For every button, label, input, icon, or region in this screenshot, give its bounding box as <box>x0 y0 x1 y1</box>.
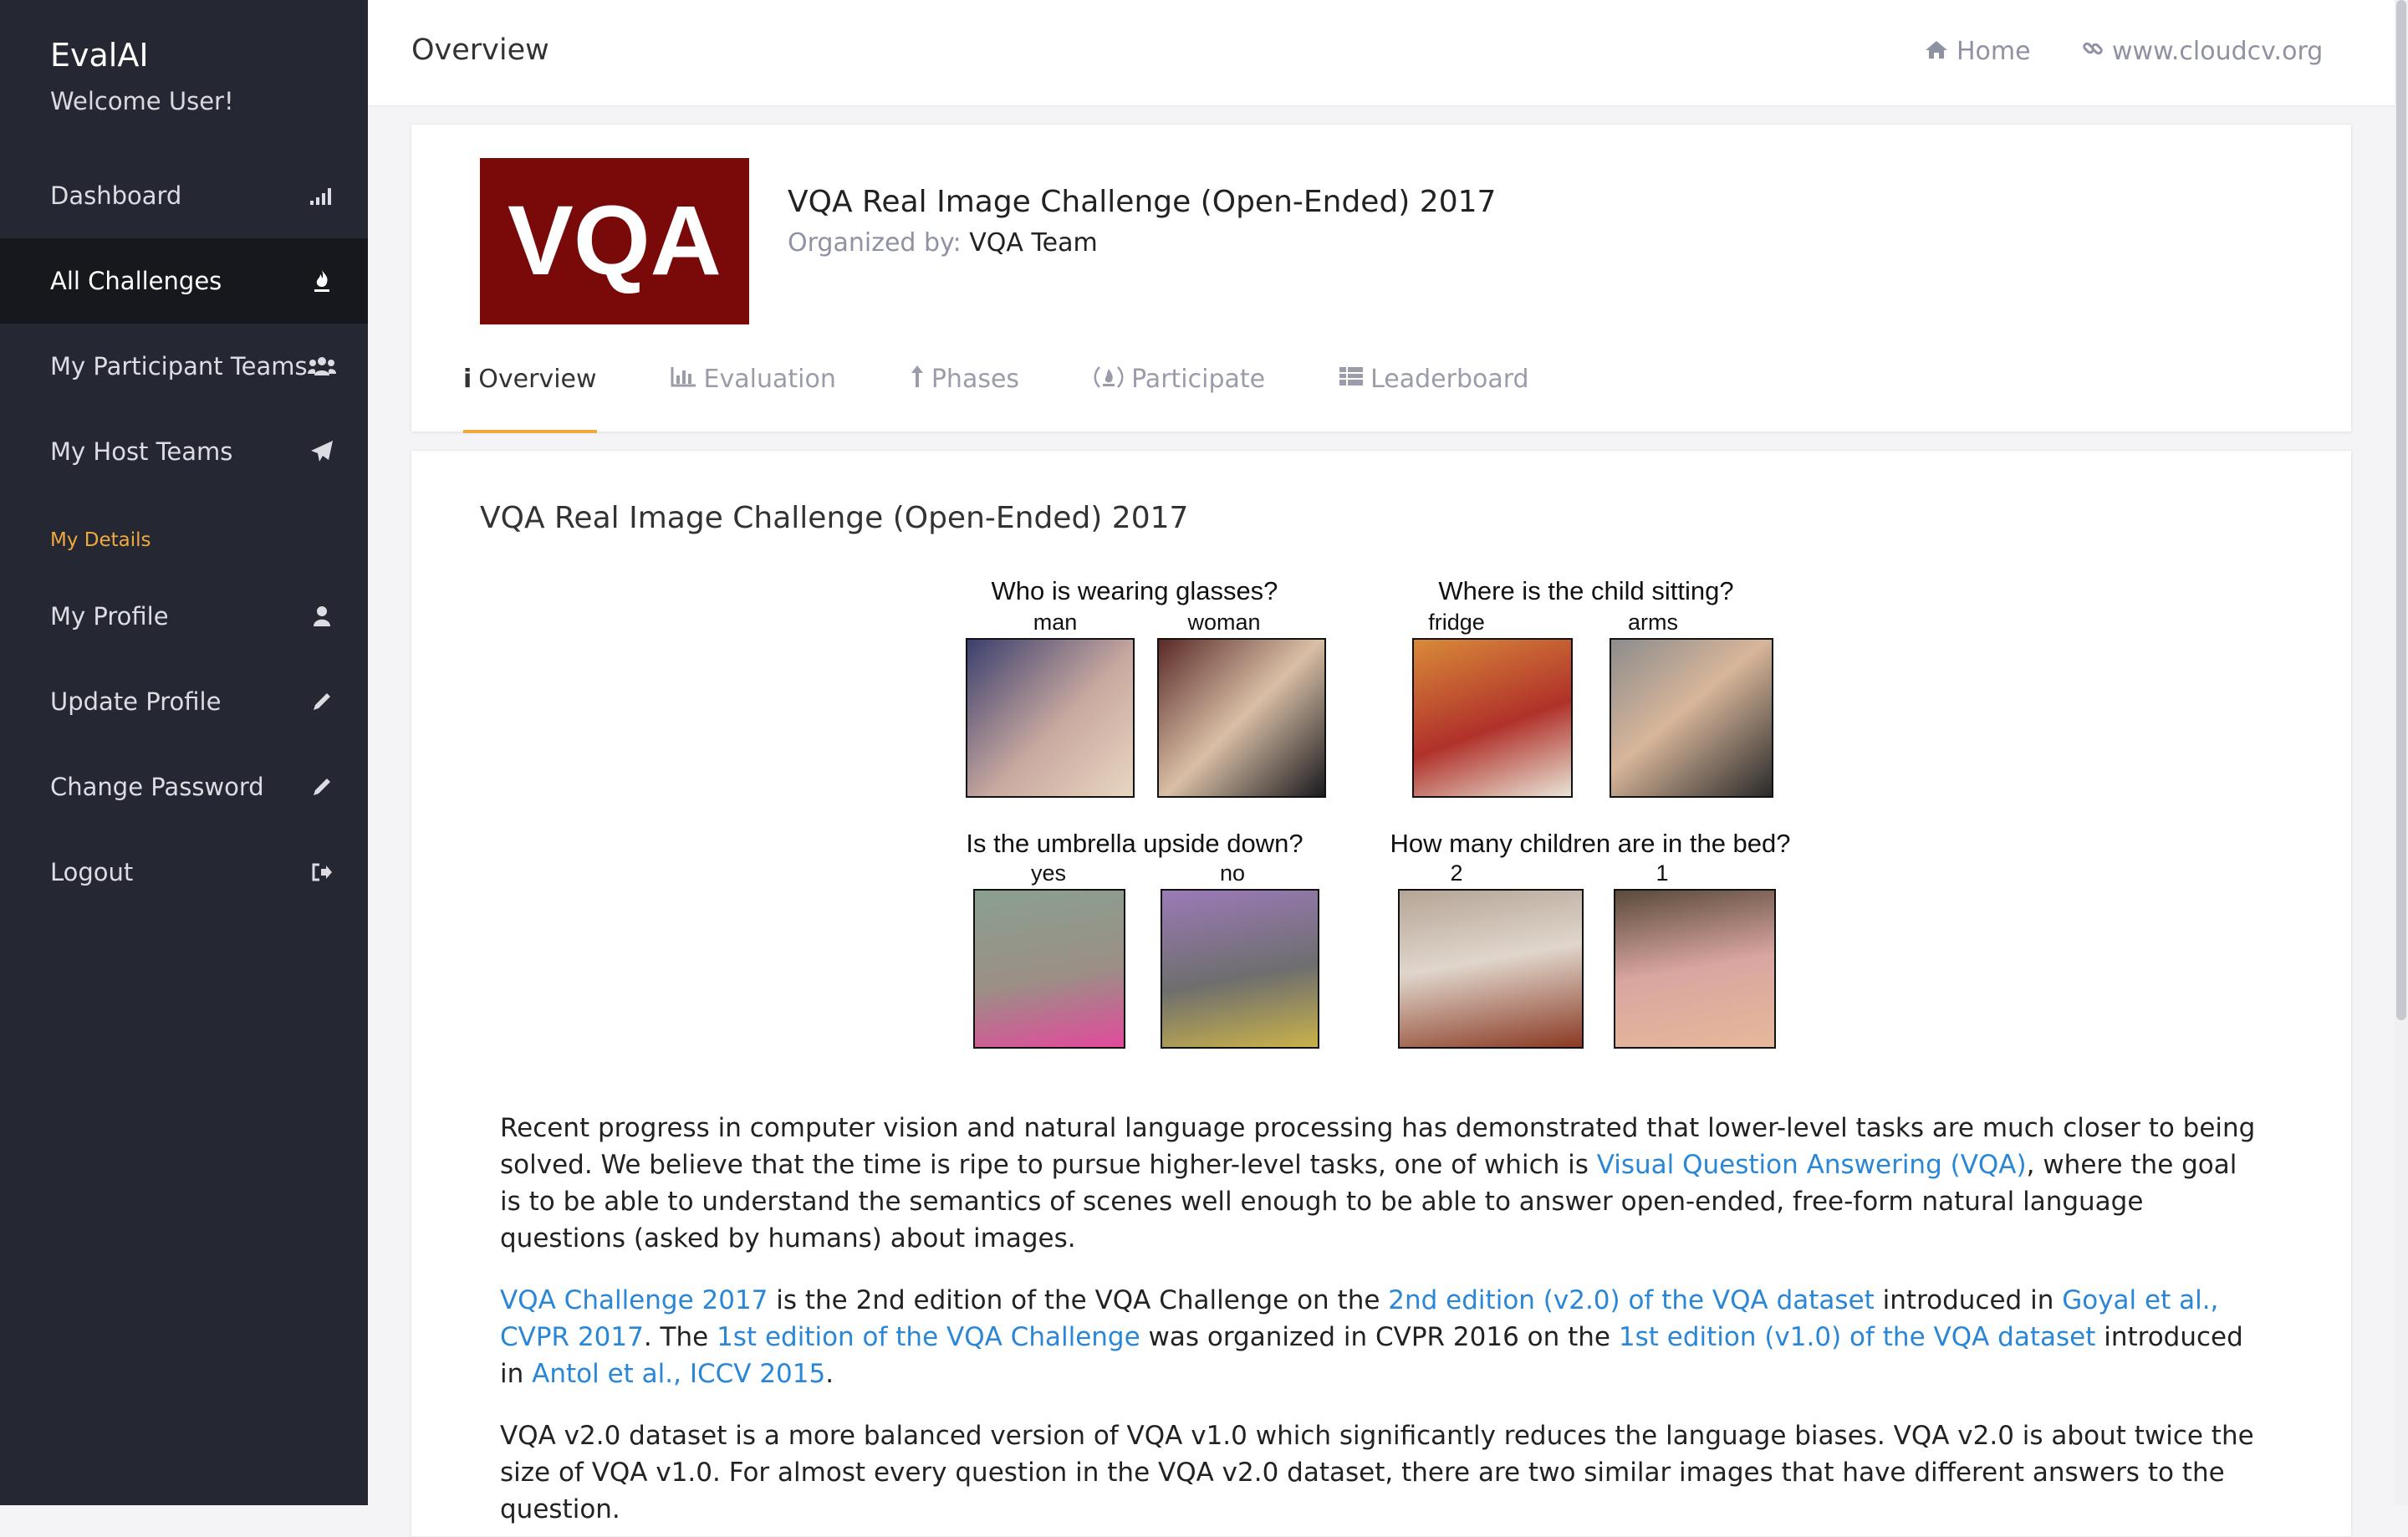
link-icon <box>2082 37 2104 66</box>
figure-answer: woman <box>1187 610 1261 635</box>
photo-umbrella-yes <box>973 889 1125 1049</box>
sidebar-item-host-teams[interactable]: My Host Teams <box>0 409 368 494</box>
tab-phases[interactable]: Phases <box>910 365 1019 433</box>
overview-title: VQA Real Image Challenge (Open-Ended) 20… <box>480 501 1189 535</box>
fire-circle-icon <box>1093 365 1125 396</box>
vqa-link[interactable]: Visual Question Answering (VQA) <box>1597 1150 2027 1180</box>
tab-label: Overview <box>478 365 597 394</box>
organizer-name: VQA Team <box>969 228 1098 258</box>
paper-plane-icon <box>308 437 336 466</box>
figure-answer: arms <box>1628 610 1678 635</box>
tab-leaderboard[interactable]: Leaderboard <box>1339 365 1529 433</box>
vqa-challenge-2017-link[interactable]: VQA Challenge 2017 <box>500 1285 768 1315</box>
paragraph-text: introduced in <box>1874 1285 2063 1315</box>
sidebar-item-label: My Host Teams <box>50 437 233 466</box>
figure-answer: no <box>1219 860 1246 886</box>
photo-glasses-woman <box>1157 638 1326 798</box>
table-icon <box>1339 365 1364 394</box>
sidebar-item-label: Change Password <box>50 773 264 801</box>
sidebar-item-participant-teams[interactable]: My Participant Teams <box>0 324 368 409</box>
bar-signal-icon <box>308 181 336 210</box>
photo-bed-one-child <box>1614 889 1776 1049</box>
info-icon: i <box>463 365 472 394</box>
figure-question: Is the umbrella upside down? <box>966 829 1303 858</box>
sidebar-item-my-profile[interactable]: My Profile <box>0 574 368 659</box>
challenge-paragraph: VQA Challenge 2017 is the 2nd edition of… <box>500 1282 2264 1392</box>
users-icon <box>308 352 336 380</box>
challenge-organizer: Organized by: VQA Team <box>788 228 1098 258</box>
challenge-logo: VQA <box>480 158 749 324</box>
vqa-v2-dataset-link[interactable]: 2nd edition (v2.0) of the VQA dataset <box>1388 1285 1875 1315</box>
photo-bed-two-children <box>1398 889 1584 1049</box>
welcome-text: Welcome User! <box>50 87 234 115</box>
sidebar-item-change-password[interactable]: Change Password <box>0 744 368 830</box>
pencil-icon <box>308 773 336 801</box>
bar-chart-icon <box>671 365 697 394</box>
brand-name[interactable]: EvalAI <box>50 37 149 74</box>
challenge-header-card: VQA VQA Real Image Challenge (Open-Ended… <box>411 124 2352 433</box>
antol-iccv-link[interactable]: Antol et al., ICCV 2015 <box>532 1359 825 1389</box>
challenge-title: VQA Real Image Challenge (Open-Ended) 20… <box>788 185 1497 219</box>
sidebar-item-all-challenges[interactable]: All Challenges <box>0 238 368 324</box>
figure-question: Who is wearing glasses? <box>991 576 1278 605</box>
paragraph-text: is the 2nd edition of the VQA Challenge … <box>768 1285 1389 1315</box>
tab-overview[interactable]: i Overview <box>463 365 597 433</box>
vqa-examples-figure: Who is wearing glasses? man woman Where … <box>963 576 1824 1070</box>
sidebar-item-dashboard[interactable]: Dashboard <box>0 153 368 238</box>
section-label-my-details: My Details <box>50 529 151 551</box>
figure-answer: man <box>1033 610 1078 635</box>
page-title: Overview <box>411 33 549 67</box>
figure-question: Where is the child sitting? <box>1438 576 1734 605</box>
sign-out-icon <box>308 858 336 886</box>
vqa-v1-dataset-link[interactable]: 1st edition (v1.0) of the VQA dataset <box>1619 1322 2096 1352</box>
photo-glasses-man <box>966 638 1135 798</box>
sidebar-item-label: All Challenges <box>50 267 222 295</box>
level-up-icon <box>910 365 925 395</box>
sidebar-item-label: Logout <box>50 858 134 886</box>
sidebar-item-label: My Profile <box>50 602 169 631</box>
intro-paragraph: Recent progress in computer vision and n… <box>500 1110 2264 1257</box>
figure-answer: 2 <box>1450 860 1463 886</box>
sidebar-item-label: My Participant Teams <box>50 352 308 380</box>
paragraph-text: was organized in CVPR 2016 on the <box>1140 1322 1619 1352</box>
tab-label: Evaluation <box>703 365 836 394</box>
logo-text: VQA <box>508 187 722 296</box>
fire-icon <box>308 267 336 295</box>
cloudcv-link-label: www.cloudcv.org <box>2112 37 2324 66</box>
tab-label: Leaderboard <box>1370 365 1529 394</box>
photo-child-arms <box>1610 638 1773 798</box>
pencil-icon <box>308 687 336 716</box>
home-icon <box>1925 37 1948 66</box>
organized-by-label: Organized by: <box>788 228 962 258</box>
paragraph-text: . The <box>643 1322 717 1352</box>
tab-label: Phases <box>931 365 1020 394</box>
tab-evaluation[interactable]: Evaluation <box>671 365 836 433</box>
sidebar-item-label: Dashboard <box>50 181 182 210</box>
figure-question: How many children are in the bed? <box>1390 829 1791 858</box>
user-icon <box>308 602 336 631</box>
paragraph-text: . <box>825 1359 834 1389</box>
sidebar-item-label: Update Profile <box>50 687 222 716</box>
home-link-label: Home <box>1956 37 2031 66</box>
overview-content-card: VQA Real Image Challenge (Open-Ended) 20… <box>411 450 2352 1537</box>
sidebar-item-logout[interactable]: Logout <box>0 830 368 915</box>
challenge-tabs: i Overview Evaluation Phases Participate <box>463 365 1603 433</box>
home-link[interactable]: Home <box>1925 37 2031 66</box>
tab-participate[interactable]: Participate <box>1093 365 1265 433</box>
dataset-paragraph: VQA v2.0 dataset is a more balanced vers… <box>500 1421 2254 1524</box>
tab-label: Participate <box>1131 365 1266 394</box>
figure-answer: fridge <box>1428 610 1485 635</box>
scrollbar-thumb[interactable] <box>2396 0 2406 1020</box>
cloudcv-link[interactable]: www.cloudcv.org <box>2082 37 2323 66</box>
sidebar: EvalAI Welcome User! Dashboard All Chall… <box>0 0 368 1505</box>
figure-answer: yes <box>1030 860 1067 886</box>
first-challenge-link[interactable]: 1st edition of the VQA Challenge <box>717 1322 1140 1352</box>
photo-child-fridge <box>1412 638 1573 798</box>
top-bar: Overview Home www.cloudcv.org <box>368 0 2408 106</box>
figure-answer: 1 <box>1656 860 1669 886</box>
photo-umbrella-no <box>1161 889 1319 1049</box>
sidebar-item-update-profile[interactable]: Update Profile <box>0 659 368 744</box>
